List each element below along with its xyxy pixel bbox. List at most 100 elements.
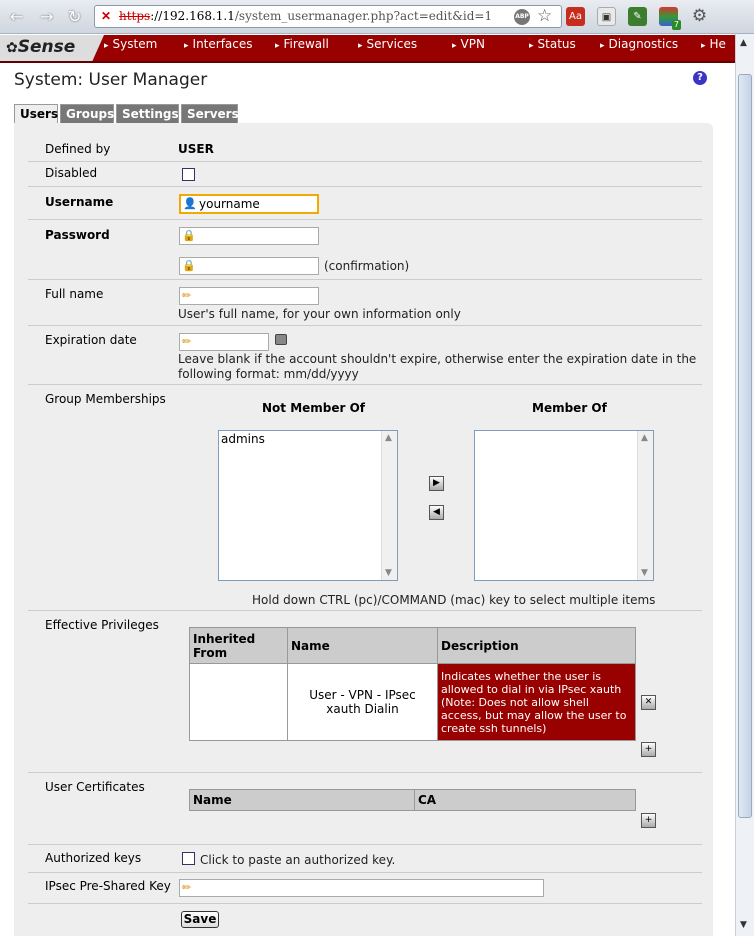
settings-wrench-icon[interactable]: ⚙	[690, 7, 709, 26]
username-label: Username	[45, 195, 114, 209]
certificates-table: Name CA	[189, 789, 636, 811]
fullname-input[interactable]: ✏	[179, 287, 319, 305]
user-icon: 👤	[183, 197, 197, 210]
adblock-icon[interactable]: ABP	[514, 9, 530, 25]
scroll-thumb[interactable]	[738, 74, 752, 818]
authkeys-label: Authorized keys	[45, 851, 142, 865]
scroll-up-icon[interactable]: ▲	[385, 433, 392, 443]
scroll-up-icon[interactable]: ▲	[740, 38, 747, 48]
tab-groups[interactable]: Groups	[60, 104, 114, 123]
menu-services[interactable]: Services	[358, 37, 418, 51]
psk-input[interactable]: ✏	[179, 879, 544, 897]
password-confirm-input[interactable]: 🔒	[179, 257, 319, 275]
menu-status[interactable]: Status	[529, 37, 576, 51]
listbox-scrollbar[interactable]: ▲ ▼	[637, 431, 653, 580]
list-item[interactable]: admins	[221, 432, 265, 446]
browser-toolbar: ← → ↻ ✕ https://192.168.1.1/system_userma…	[0, 0, 754, 34]
privilege-inherited	[189, 663, 288, 741]
menu-interfaces[interactable]: Interfaces	[184, 37, 253, 51]
add-privilege-button[interactable]: +	[641, 742, 656, 757]
insecure-x-icon: ✕	[101, 9, 112, 23]
not-member-header: Not Member Of	[262, 401, 366, 415]
authkeys-hint[interactable]: Click to paste an authorized key.	[200, 853, 395, 867]
expiration-input[interactable]: ✏	[179, 333, 269, 351]
row-password: Password 🔒	[28, 220, 702, 250]
menu-firewall[interactable]: Firewall	[275, 37, 329, 51]
row-group-memberships: Group Memberships Not Member Of Member O…	[28, 385, 702, 611]
scroll-down-icon[interactable]: ▼	[740, 920, 747, 930]
not-member-listbox[interactable]: admins ▲ ▼	[218, 430, 398, 581]
username-value: yourname	[199, 197, 260, 211]
row-certificates: User Certificates Name CA +	[28, 773, 702, 845]
privileges-label: Effective Privileges	[45, 618, 159, 632]
add-certificate-button[interactable]: +	[641, 813, 656, 828]
privilege-description: Indicates whether the user is allowed to…	[437, 663, 636, 741]
page-scrollbar[interactable]: ▲ ▼	[735, 34, 754, 936]
privilege-name: User - VPN - IPsec xauth Dialin	[287, 663, 438, 741]
disabled-checkbox[interactable]	[182, 168, 195, 181]
reload-icon[interactable]: ↻	[68, 7, 81, 26]
col-inherited-from: Inherited From	[189, 627, 288, 664]
address-bar[interactable]: ✕ https://192.168.1.1/system_usermanager.…	[94, 5, 562, 28]
expiration-label: Expiration date	[45, 333, 137, 347]
fullname-hint: User's full name, for your own informati…	[178, 307, 461, 321]
extension-page-icon[interactable]: ▣	[597, 7, 616, 26]
row-expiration: Expiration date ✏ Leave blank if the acc…	[28, 326, 702, 385]
menu-help[interactable]: He	[701, 37, 726, 51]
certs-label: User Certificates	[45, 780, 145, 794]
logo-text: Sense	[17, 37, 76, 57]
url-scheme: https	[119, 9, 151, 23]
url-path: /system_usermanager.php?act=edit&id=1	[234, 9, 493, 23]
back-arrow-icon[interactable]: ←	[10, 7, 23, 26]
menu-vpn[interactable]: VPN	[452, 37, 485, 51]
scroll-down-icon[interactable]: ▼	[385, 568, 392, 578]
table-row: User - VPN - IPsec xauth Dialin Indicate…	[189, 663, 636, 741]
save-button[interactable]: Save	[181, 911, 219, 928]
scroll-down-icon[interactable]: ▼	[641, 568, 648, 578]
calendar-icon[interactable]	[275, 334, 287, 345]
pfsense-logo[interactable]: ✿Sense	[0, 35, 104, 61]
delete-privilege-button[interactable]: ✕	[641, 695, 656, 710]
col-cert-name: Name	[189, 789, 415, 811]
col-name: Name	[287, 627, 438, 664]
pencil-icon: ✏	[182, 289, 192, 302]
col-cert-ca: CA	[414, 789, 636, 811]
lock-icon: 🔒	[182, 229, 196, 242]
tab-servers[interactable]: Servers	[181, 104, 239, 123]
pencil-icon: ✏	[182, 335, 192, 348]
menu-system[interactable]: System	[104, 37, 158, 51]
fullname-label: Full name	[45, 287, 104, 301]
extension-pdf-icon[interactable]: Aa	[566, 7, 585, 26]
expiration-hint-line1: Leave blank if the account shouldn't exp…	[178, 352, 697, 366]
username-input[interactable]: 👤 yourname	[179, 194, 319, 214]
groups-hint: Hold down CTRL (pc)/COMMAND (mac) key to…	[252, 593, 656, 607]
member-listbox[interactable]: ▲ ▼	[474, 430, 654, 581]
row-disabled: Disabled	[28, 162, 702, 187]
tab-users[interactable]: Users	[14, 104, 58, 123]
page-title: System: User Manager	[14, 70, 208, 90]
lock-icon: 🔒	[182, 259, 196, 272]
listbox-scrollbar[interactable]: ▲ ▼	[381, 431, 397, 580]
bookmark-star-icon[interactable]: ☆	[537, 6, 552, 26]
extension-badge-count: 7	[671, 20, 681, 30]
col-description: Description	[437, 627, 636, 664]
password-input[interactable]: 🔒	[179, 227, 319, 245]
row-privileges: Effective Privileges Inherited From Name…	[28, 611, 702, 773]
scroll-up-icon[interactable]: ▲	[641, 433, 648, 443]
extension-evernote-icon[interactable]: ✎	[628, 7, 647, 26]
row-username: Username 👤 yourname	[28, 187, 702, 220]
member-header: Member Of	[532, 401, 607, 415]
help-icon[interactable]: ?	[693, 71, 707, 85]
move-left-button[interactable]: ◀	[429, 505, 444, 520]
tab-settings[interactable]: Settings	[116, 104, 179, 123]
extension-badge-icon[interactable]: 7	[659, 7, 681, 30]
psk-label: IPsec Pre-Shared Key	[45, 879, 171, 893]
menu-diagnostics[interactable]: Diagnostics	[600, 37, 679, 51]
password-confirm-hint: (confirmation)	[324, 259, 410, 273]
authkeys-checkbox[interactable]	[182, 852, 195, 865]
row-ipsec-psk: IPsec Pre-Shared Key ✏	[28, 873, 702, 904]
defined-by-label: Defined by	[45, 142, 111, 156]
url-host: ://192.168.1.1	[150, 9, 235, 23]
move-right-button[interactable]: ▶	[429, 476, 444, 491]
forward-arrow-icon[interactable]: →	[40, 7, 53, 26]
